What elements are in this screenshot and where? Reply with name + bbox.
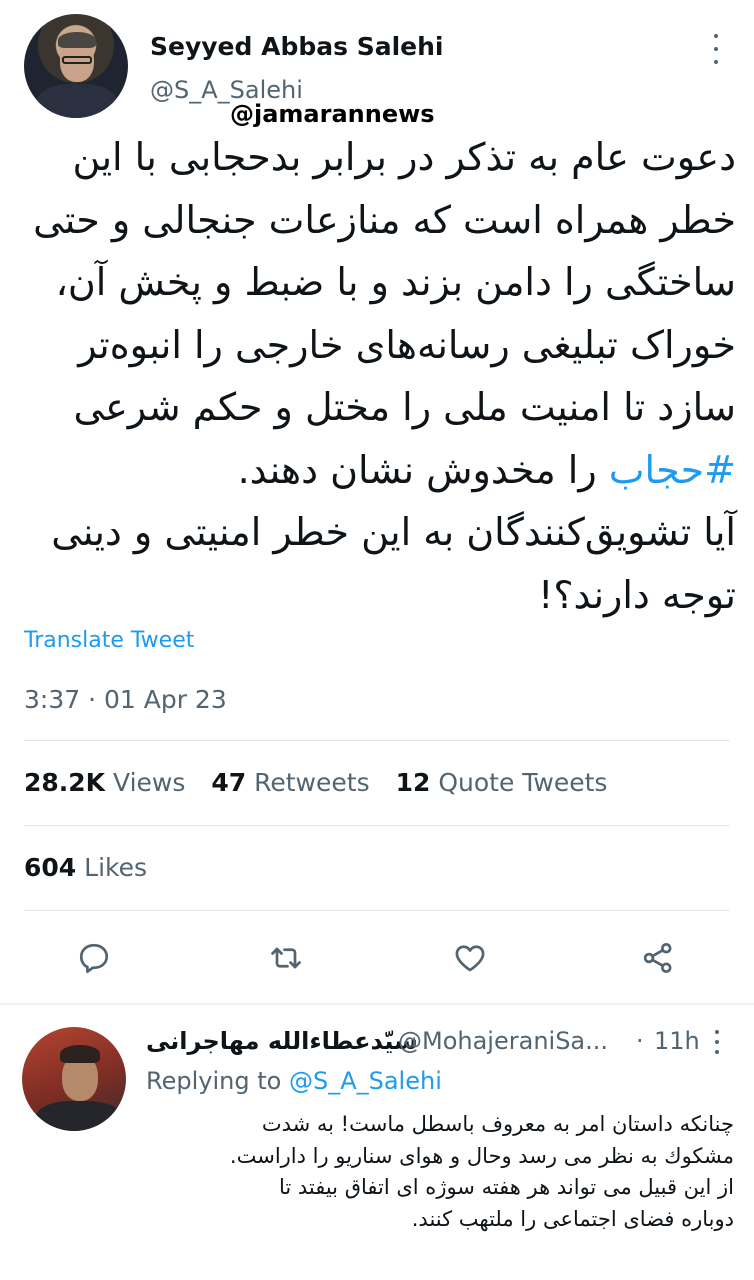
replying-to: Replying to @S_A_Salehi (146, 1067, 442, 1095)
views-stat[interactable]: 28.2K Views (24, 768, 185, 797)
more-options-icon[interactable] (710, 34, 722, 64)
divider (24, 910, 730, 911)
action-bar (0, 936, 754, 980)
translate-tweet-link[interactable]: Translate Tweet (24, 628, 194, 653)
heart-icon (455, 945, 485, 972)
reply-time[interactable]: 11h (654, 1027, 700, 1055)
reply-text-line: مشکوك به نظر می رسد وحال و هوای سناریو ر… (229, 1143, 734, 1168)
reply-author-avatar[interactable] (22, 1027, 126, 1131)
tweet-text-part2: را مخدوش نشان دهند. (237, 447, 609, 492)
reply-icon (79, 943, 109, 973)
reply-more-options-icon[interactable] (713, 1030, 721, 1054)
divider (24, 740, 730, 741)
tweet-text-part1: دعوت عام به تذکر در برابر بدحجابی با این… (33, 135, 736, 429)
retweets-stat[interactable]: 47 Retweets (211, 768, 369, 797)
likes-stat[interactable]: 604 Likes (24, 853, 147, 882)
author-name[interactable]: Seyyed Abbas Salehi (150, 32, 443, 61)
views-count: 28.2K (24, 768, 106, 797)
retweet-button[interactable] (264, 936, 308, 980)
reply-text-line: چنانکه داستان امر به معروف باسطل ماست! ب… (261, 1112, 734, 1136)
tweet-timestamp[interactable]: 3:37 · 01 Apr 23 (24, 685, 227, 714)
likes-count: 604 (24, 853, 77, 882)
main-tweet: Seyyed Abbas Salehi @S_A_Salehi @jamaran… (0, 0, 754, 1003)
reply-author-name[interactable]: سیّدعطاءالله مهاجرانی (146, 1027, 418, 1055)
share-button[interactable] (636, 936, 680, 980)
divider (24, 825, 730, 826)
reply-tweet[interactable]: سیّدعطاءالله مهاجرانی @MohajeraniSa... ·… (0, 1005, 754, 1280)
quotes-count: 12 (395, 768, 431, 797)
views-label: Views (113, 768, 186, 797)
tweet-text-paragraph2: آیا تشویق‌کنندگان به این خطر امنیتی و دی… (51, 510, 736, 617)
reply-body: چنانکه داستان امر به معروف باسطل ماست! ب… (146, 1109, 734, 1235)
reply-text-line: از این قبیل می تواند هر هفته سوژه ای اتف… (278, 1175, 734, 1199)
watermark-text: @jamarannews (230, 100, 435, 128)
share-icon (643, 943, 672, 973)
retweets-label: Retweets (254, 768, 370, 797)
quote-tweets-stat[interactable]: 12 Quote Tweets (396, 768, 608, 797)
author-avatar[interactable] (24, 14, 128, 118)
replying-prefix: Replying to (146, 1067, 282, 1095)
hashtag-link[interactable]: #حجاب (609, 448, 736, 492)
retweet-icon (271, 947, 301, 969)
like-button[interactable] (448, 936, 492, 980)
reply-button[interactable] (72, 936, 116, 980)
quotes-label: Quote Tweets (438, 768, 608, 797)
tweet-body: دعوت عام به تذکر در برابر بدحجابی با این… (20, 126, 736, 626)
separator-dot: · (636, 1027, 644, 1055)
replying-to-mention[interactable]: @S_A_Salehi (289, 1067, 442, 1095)
likes-label: Likes (84, 853, 148, 882)
engagement-stats: 28.2K Views 47 Retweets 12 Quote Tweets (24, 768, 607, 797)
reply-text-line: دوباره فضای اجتماعی را ملتهب کنند. (411, 1206, 734, 1231)
reply-author-handle[interactable]: @MohajeraniSa... (398, 1027, 608, 1055)
reply-header: سیّدعطاءالله مهاجرانی @MohajeraniSa... ·… (146, 1027, 732, 1063)
retweets-count: 47 (211, 768, 247, 797)
